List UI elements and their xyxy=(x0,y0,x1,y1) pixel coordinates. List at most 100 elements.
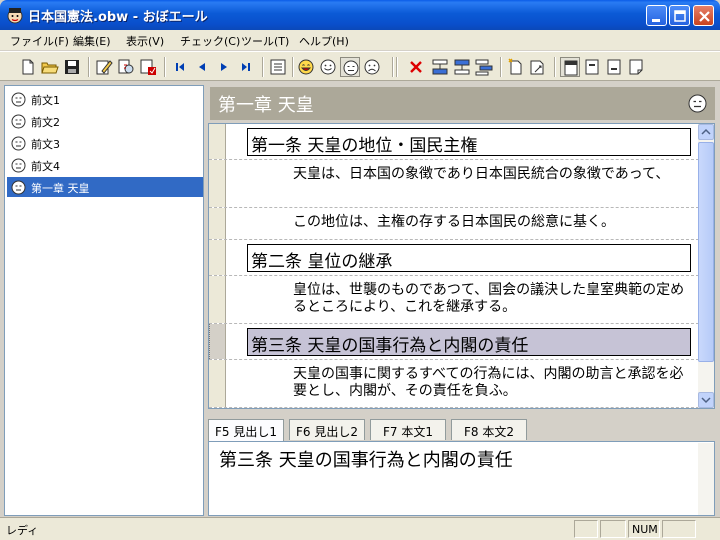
title-bar[interactable]: 日本国憲法.obw - おぼエール xyxy=(0,0,720,30)
status-panel xyxy=(662,520,696,538)
face-smile-icon[interactable] xyxy=(318,57,338,77)
minimize-button[interactable] xyxy=(646,5,667,26)
check-icon[interactable] xyxy=(138,57,158,77)
face-happy-icon[interactable] xyxy=(296,57,316,77)
face-neutral-icon[interactable] xyxy=(340,57,360,77)
body-text: 天皇の国事に関するすべての行為には、内閣の助言と承認を必要とし、内閣が、その責任… xyxy=(293,366,684,399)
heading-box[interactable]: 第三条 天皇の国事行為と内閣の責任 xyxy=(247,328,691,356)
row-gutter[interactable] xyxy=(209,360,226,407)
close-button[interactable] xyxy=(693,5,714,26)
editor-text[interactable]: 第三条 天皇の国事行為と内閣の責任 xyxy=(219,446,513,472)
heading-text: 第一条 天皇の地位・国民主権 xyxy=(251,136,478,156)
num-lock-indicator: NUM xyxy=(628,520,660,538)
face-neutral-icon xyxy=(11,92,26,107)
tree-item-label: 前文2 xyxy=(31,116,60,129)
open-folder-icon[interactable] xyxy=(40,57,60,77)
view-mode-4-icon[interactable] xyxy=(626,57,646,77)
view-mode-3-icon[interactable] xyxy=(604,57,624,77)
next-icon[interactable] xyxy=(214,57,234,77)
tab-heading2[interactable]: F6 見出し2 xyxy=(289,419,365,440)
insert-before-icon[interactable] xyxy=(430,57,450,77)
menu-bar: ファイル(F) 編集(E) 表示(V) チェック(C) ツール(T) ヘルプ(H… xyxy=(0,30,720,50)
tab-body1[interactable]: F7 本文1 xyxy=(370,419,446,440)
content-list[interactable]: 第一条 天皇の地位・国民主権 天皇は、日本国の象徴であり日本国民統合の象徴であっ… xyxy=(208,123,715,409)
heading-text: 第三条 天皇の国事行為と内閣の責任 xyxy=(251,336,529,356)
status-panel xyxy=(574,520,598,538)
last-icon[interactable] xyxy=(236,57,256,77)
row-gutter[interactable] xyxy=(209,208,226,239)
list-icon[interactable] xyxy=(268,57,288,77)
tree-item[interactable]: 前文2 xyxy=(7,111,203,131)
list-item[interactable]: 第二条 皇位の継承 xyxy=(209,240,699,276)
edit-find-icon[interactable] xyxy=(116,57,136,77)
insert-child-icon[interactable] xyxy=(474,57,494,77)
tree-item-label: 前文3 xyxy=(31,138,60,151)
row-gutter[interactable] xyxy=(209,124,226,159)
menu-help[interactable]: ヘルプ(H) xyxy=(299,33,349,49)
row-gutter[interactable] xyxy=(209,324,226,359)
list-item[interactable]: 第一条 天皇の地位・国民主権 xyxy=(209,124,699,160)
view-mode-2-icon[interactable] xyxy=(582,57,602,77)
style-tabs: F5 見出し1 F6 見出し2 F7 本文1 F8 本文2 xyxy=(208,419,715,441)
row-gutter[interactable] xyxy=(209,240,226,275)
status-text: レディ xyxy=(6,524,39,537)
body-text: この地位は、主権の存する日本国民の総意に基く。 xyxy=(293,214,615,230)
editor-scrollbar[interactable] xyxy=(698,443,714,515)
status-bar: レディ NUM xyxy=(0,517,720,540)
view-mode-1-icon[interactable] xyxy=(560,57,580,77)
heading-box[interactable]: 第一条 天皇の地位・国民主権 xyxy=(247,128,691,156)
window-title: 日本国憲法.obw - おぼエール xyxy=(28,10,208,25)
tree-item[interactable]: 前文3 xyxy=(7,133,203,153)
scroll-down-button[interactable] xyxy=(698,392,714,408)
menu-view[interactable]: 表示(V) xyxy=(126,33,164,49)
maximize-button[interactable] xyxy=(669,5,690,26)
status-panel xyxy=(600,520,626,538)
insert-after-icon[interactable] xyxy=(452,57,472,77)
tree-item-label: 前文4 xyxy=(31,160,60,173)
chapter-title: 第一章 天皇 xyxy=(218,95,314,116)
new-file-icon[interactable] xyxy=(18,57,38,77)
toolbar xyxy=(0,51,720,81)
tree-item-selected[interactable]: 第一章 天皇 xyxy=(7,177,203,197)
menu-check[interactable]: チェック(C) xyxy=(180,33,240,49)
open-note-icon[interactable] xyxy=(528,57,548,77)
menu-tools[interactable]: ツール(T) xyxy=(241,33,289,49)
prev-icon[interactable] xyxy=(192,57,212,77)
first-icon[interactable] xyxy=(170,57,190,77)
scroll-up-button[interactable] xyxy=(698,124,714,140)
face-neutral-icon xyxy=(11,136,26,151)
menu-edit[interactable]: 編集(E) xyxy=(73,33,111,49)
menu-file[interactable]: ファイル(F) xyxy=(10,33,69,49)
heading-text: 第二条 皇位の継承 xyxy=(251,252,393,272)
chapter-header: 第一章 天皇 xyxy=(210,87,715,120)
row-gutter[interactable] xyxy=(209,276,226,323)
tree-item-label: 前文1 xyxy=(31,94,60,107)
list-item[interactable]: 天皇は、日本国の象徴であり日本国民統合の象徴であって、 xyxy=(209,160,699,208)
face-neutral-icon xyxy=(11,180,26,195)
vertical-scrollbar[interactable] xyxy=(698,124,714,408)
edit-icon[interactable] xyxy=(94,57,114,77)
tree-item[interactable]: 前文1 xyxy=(7,89,203,109)
body-text: 皇位は、世襲のものであつて、国会の議決した皇室典範の定めるところにより、これを継… xyxy=(293,282,685,315)
outline-tree[interactable]: 前文1 前文2 前文3 前文4 第一章 天皇 xyxy=(4,85,204,516)
save-icon[interactable] xyxy=(62,57,82,77)
tab-heading1[interactable]: F5 見出し1 xyxy=(208,419,284,441)
face-neutral-icon xyxy=(11,114,26,129)
edit-area[interactable]: 第三条 天皇の国事行為と内閣の責任 xyxy=(208,441,715,516)
tree-item-label: 第一章 天皇 xyxy=(31,182,90,195)
tree-item[interactable]: 前文4 xyxy=(7,155,203,175)
app-icon[interactable] xyxy=(6,6,24,24)
delete-icon[interactable] xyxy=(406,57,426,77)
list-item[interactable]: 天皇の国事に関するすべての行為には、内閣の助言と承認を必要とし、内閣が、その責任… xyxy=(209,360,699,408)
list-item[interactable]: 皇位は、世襲のものであつて、国会の議決した皇室典範の定めるところにより、これを継… xyxy=(209,276,699,324)
face-sad-icon[interactable] xyxy=(362,57,382,77)
heading-box[interactable]: 第二条 皇位の継承 xyxy=(247,244,691,272)
row-gutter[interactable] xyxy=(209,160,226,207)
tab-body2[interactable]: F8 本文2 xyxy=(451,419,527,440)
scroll-thumb[interactable] xyxy=(698,142,714,362)
face-neutral-icon xyxy=(11,158,26,173)
new-note-icon[interactable] xyxy=(506,57,526,77)
list-item-selected[interactable]: 第三条 天皇の国事行為と内閣の責任 xyxy=(209,324,699,360)
list-item[interactable]: この地位は、主権の存する日本国民の総意に基く。 xyxy=(209,208,699,240)
face-neutral-icon[interactable] xyxy=(688,94,707,113)
